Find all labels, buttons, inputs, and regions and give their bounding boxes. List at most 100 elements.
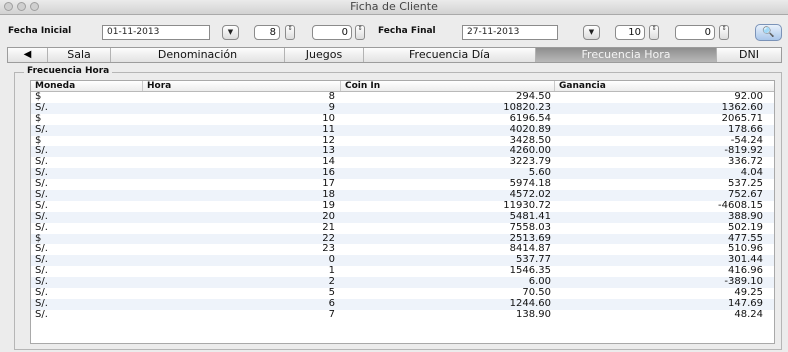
- tab-dni[interactable]: DNI: [717, 48, 781, 62]
- date-filter-bar: Fecha Inicial 01-11-2013 ▼ 8 ⇕ 0 ⇕ Fecha…: [0, 23, 788, 43]
- table-row[interactable]: S/. 13 4260.00 -819.92: [31, 146, 774, 158]
- cell-hora: 6: [328, 298, 335, 309]
- cell-coin-in: 6.00: [528, 277, 551, 288]
- title-bar: Ficha de Cliente: [0, 0, 788, 15]
- minuto-final-stepper[interactable]: ⇕: [719, 25, 729, 40]
- client-window: Ficha de Cliente Fecha Inicial 01-11-201…: [0, 0, 788, 352]
- window-title: Ficha de Cliente: [350, 0, 438, 13]
- cell-hora: 8: [328, 92, 335, 102]
- table-row[interactable]: S/. 17 5974.18 537.25: [31, 179, 774, 190]
- cell-hora: 0: [328, 255, 335, 266]
- tab-juegos[interactable]: Juegos: [285, 48, 364, 62]
- cell-coin-in: 4260.00: [509, 146, 551, 157]
- cell-coin-in: 4020.89: [509, 124, 551, 135]
- cell-coin-in: 8414.87: [509, 244, 551, 255]
- tab-scroll-left-button[interactable]: ◀: [8, 48, 48, 62]
- table-row[interactable]: S/. 23 8414.87 510.96: [31, 244, 774, 255]
- cell-moneda: S/.: [35, 298, 48, 309]
- fecha-final-dropdown-button[interactable]: ▼: [583, 25, 600, 40]
- table-row[interactable]: S/. 19 11930.72 -4608.15: [31, 201, 774, 212]
- cell-moneda: $: [35, 135, 42, 146]
- hora-inicial-field[interactable]: 8: [254, 25, 280, 40]
- table-row[interactable]: S/. 5 70.50 49.25: [31, 288, 774, 299]
- tab-frecuencia-dia[interactable]: Frecuencia Día: [364, 48, 536, 62]
- cell-coin-in: 138.90: [516, 309, 551, 320]
- table-row[interactable]: $22 2513.69 477.55: [31, 233, 774, 245]
- cell-coin-in: 6196.54: [509, 113, 551, 124]
- tab-sala[interactable]: Sala: [48, 48, 111, 62]
- cell-coin-in: 5481.41: [509, 211, 551, 222]
- cell-hora: 19: [322, 200, 335, 211]
- cell-hora: 23: [322, 244, 335, 255]
- tab-denominacion[interactable]: Denominación: [111, 48, 285, 62]
- table-row[interactable]: $12 3428.50 -54.24: [31, 136, 774, 147]
- table-row[interactable]: S/. 16 5.60 4.04: [31, 168, 774, 180]
- cell-ganancia: 49.25: [734, 288, 763, 299]
- cell-hora: 16: [322, 168, 335, 179]
- cell-ganancia: -4608.15: [718, 200, 763, 211]
- table-row[interactable]: $8 294.50 92.00: [31, 92, 774, 103]
- cell-coin-in: 11930.72: [503, 200, 551, 211]
- table-row[interactable]: S/. 11 4020.89 178.66: [31, 124, 774, 136]
- cell-moneda: S/.: [35, 179, 48, 190]
- cell-ganancia: 48.24: [734, 309, 763, 320]
- hora-final-field[interactable]: 10: [615, 25, 645, 40]
- table-row[interactable]: S/. 18 4572.02 752.67: [31, 190, 774, 201]
- cell-hora: 7: [328, 309, 335, 320]
- cell-hora: 1: [328, 266, 335, 277]
- column-header-moneda[interactable]: Moneda: [31, 81, 143, 91]
- cell-coin-in: 4572.02: [509, 190, 551, 201]
- column-header-ganancia[interactable]: Ganancia: [555, 81, 774, 91]
- cell-coin-in: 294.50: [516, 92, 551, 102]
- cell-moneda: $: [35, 92, 42, 102]
- cell-ganancia: 502.19: [728, 222, 763, 233]
- table-row[interactable]: S/. 2 6.00 -389.10: [31, 277, 774, 289]
- fecha-inicial-dropdown-button[interactable]: ▼: [222, 25, 239, 40]
- cell-hora: 18: [322, 190, 335, 201]
- cell-ganancia: 537.25: [728, 179, 763, 190]
- cell-hora: 14: [322, 157, 335, 168]
- minuto-inicial-field[interactable]: 0: [312, 25, 352, 40]
- table-row[interactable]: S/. 1 1546.35 416.96: [31, 266, 774, 277]
- hora-inicial-stepper[interactable]: ⇕: [285, 25, 295, 40]
- search-button[interactable]: 🔍: [755, 24, 782, 41]
- table-body: $8 294.50 92.00 S/. 9 10820.23 1362.60 $10 6196.…: [31, 92, 774, 321]
- cell-moneda: S/.: [35, 168, 48, 179]
- fecha-final-field[interactable]: 27-11-2013: [462, 25, 558, 40]
- fecha-inicial-field[interactable]: 01-11-2013: [102, 25, 210, 40]
- cell-ganancia: 1362.60: [721, 102, 763, 113]
- cell-ganancia: 147.69: [728, 298, 763, 309]
- cell-moneda: S/.: [35, 255, 48, 266]
- table-row[interactable]: S/. 9 10820.23 1362.60: [31, 102, 774, 114]
- table-row[interactable]: S/. 7 138.90 48.24: [31, 310, 774, 321]
- table-row[interactable]: S/. 21 7558.03 502.19: [31, 223, 774, 234]
- cell-ganancia: 752.67: [728, 190, 763, 201]
- cell-moneda: S/.: [35, 124, 48, 135]
- table-row[interactable]: $10 6196.54 2065.71: [31, 114, 774, 125]
- cell-hora: 13: [322, 146, 335, 157]
- table-row[interactable]: S/. 0 537.77 301.44: [31, 255, 774, 267]
- cell-hora: 2: [328, 277, 335, 288]
- cell-coin-in: 10820.23: [503, 102, 551, 113]
- stepper-arrows-icon: ⇕: [287, 25, 293, 32]
- table-row[interactable]: S/. 6 1244.60 147.69: [31, 298, 774, 310]
- tab-frecuencia-hora[interactable]: Frecuencia Hora: [536, 48, 717, 62]
- frecuencia-hora-table[interactable]: Moneda Hora Coin In Ganancia $8 294.50 92.…: [30, 80, 775, 344]
- cell-ganancia: 510.96: [728, 244, 763, 255]
- cell-coin-in: 5974.18: [509, 179, 551, 190]
- cell-moneda: S/.: [35, 277, 48, 288]
- group-title: Frecuencia Hora: [24, 66, 113, 76]
- minuto-inicial-stepper[interactable]: ⇕: [355, 25, 365, 40]
- table-row[interactable]: S/. 14 3223.79 336.72: [31, 157, 774, 168]
- stepper-arrows-icon: ⇕: [357, 25, 363, 32]
- cell-coin-in: 7558.03: [509, 222, 551, 233]
- column-header-hora[interactable]: Hora: [143, 81, 341, 91]
- column-header-coin-in[interactable]: Coin In: [341, 81, 555, 91]
- chevron-down-icon: ▼: [588, 28, 595, 36]
- minuto-final-field[interactable]: 0: [675, 25, 715, 40]
- cell-moneda: $: [35, 113, 42, 124]
- cell-moneda: S/.: [35, 102, 48, 113]
- hora-final-stepper[interactable]: ⇕: [649, 25, 659, 40]
- cell-ganancia: 178.66: [728, 124, 763, 135]
- table-row[interactable]: S/. 20 5481.41 388.90: [31, 211, 774, 223]
